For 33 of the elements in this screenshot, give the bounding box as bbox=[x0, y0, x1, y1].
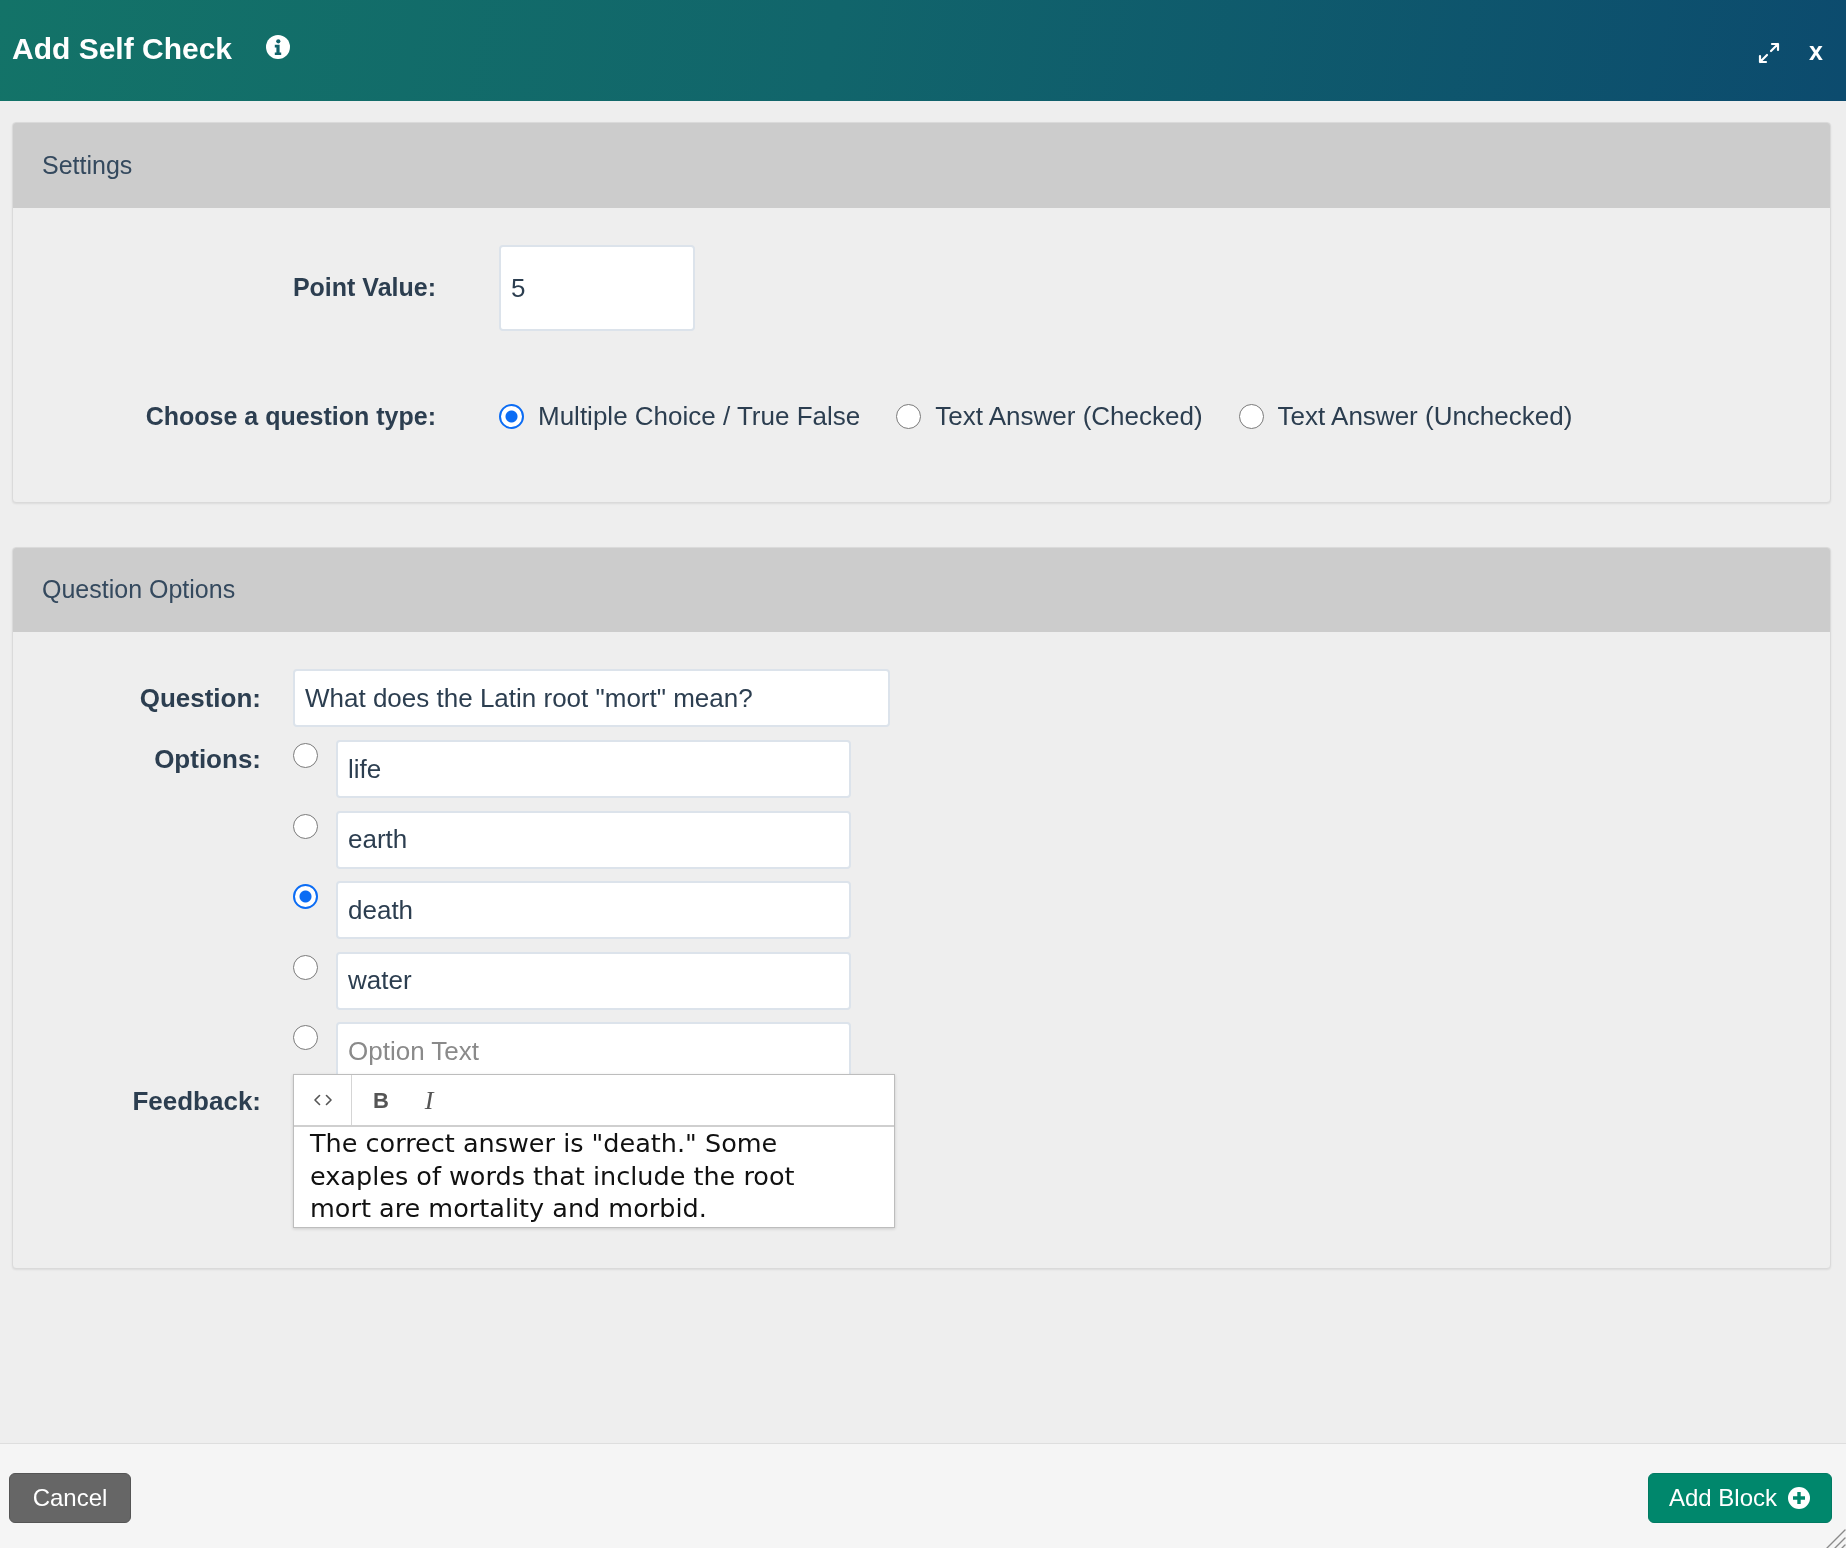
cancel-button[interactable]: Cancel bbox=[9, 1473, 131, 1523]
info-icon[interactable] bbox=[266, 34, 291, 59]
radio-button[interactable] bbox=[293, 954, 318, 980]
radio-button[interactable] bbox=[293, 813, 318, 839]
radio-label[interactable]: Text Answer (Unchecked) bbox=[1277, 397, 1573, 436]
feedback-label: Feedback: bbox=[131, 1085, 261, 1118]
options-label: Options: bbox=[153, 743, 261, 776]
point-value-label: Point Value: bbox=[291, 272, 436, 304]
radio-button[interactable] bbox=[499, 404, 524, 429]
radio-button[interactable] bbox=[293, 743, 318, 768]
radio-label[interactable]: Text Answer (Checked) bbox=[935, 397, 1203, 436]
point-value-input[interactable]: 5 bbox=[499, 245, 695, 331]
radio-button[interactable] bbox=[293, 884, 318, 909]
option-input[interactable]: life bbox=[336, 740, 851, 798]
radio-button[interactable] bbox=[1238, 404, 1264, 429]
panel-heading: Question Options bbox=[13, 548, 1830, 632]
radio-label[interactable]: Multiple Choice / True False bbox=[538, 397, 861, 436]
feedback-field[interactable]: The correct answer is "death." Some exaples of words that include the root mort are mortality and morbid. bbox=[294, 1127, 894, 1226]
panel-heading: Settings bbox=[13, 123, 1830, 208]
radio-button[interactable] bbox=[896, 404, 922, 429]
question-label: Question: bbox=[138, 681, 261, 715]
close-button[interactable]: x bbox=[1807, 39, 1825, 64]
question-input[interactable]: What does the Latin root "mort" mean? bbox=[293, 669, 890, 727]
dialog-title: Add Self Check bbox=[12, 33, 233, 64]
expand-icon[interactable] bbox=[1757, 40, 1782, 65]
add-block-button[interactable]: Add Block bbox=[1647, 1473, 1832, 1523]
plus-circle-icon bbox=[1787, 1486, 1811, 1510]
option-input[interactable]: earth bbox=[336, 810, 851, 869]
option-input[interactable]: water bbox=[336, 951, 851, 1010]
question-type-label: Choose a question type: bbox=[144, 400, 436, 432]
code-icon bbox=[313, 1094, 332, 1106]
radio-button[interactable] bbox=[293, 1025, 318, 1050]
option-input[interactable]: death bbox=[336, 881, 851, 939]
